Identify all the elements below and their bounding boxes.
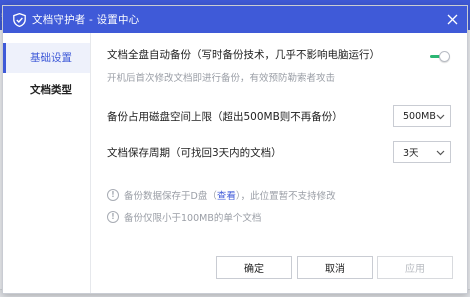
dialog-titlebar[interactable]: 文档守护者 - 设置中心 bbox=[3, 6, 467, 33]
disk-limit-select[interactable]: 500MB bbox=[393, 105, 451, 127]
view-location-link[interactable]: 查看 bbox=[217, 188, 236, 202]
auto-backup-description: 开机后首次修改文档即进行备份，有效预防勒索者攻击 bbox=[107, 73, 336, 84]
backup-location-suffix: ），此位置暂不支持修改 bbox=[235, 191, 336, 202]
ok-button[interactable]: 确定 bbox=[216, 256, 292, 279]
apply-button[interactable]: 应用 bbox=[377, 256, 453, 279]
cancel-button[interactable]: 取消 bbox=[297, 256, 373, 279]
chevron-down-icon bbox=[436, 114, 445, 120]
dialog-title: 文档守护者 - 设置中心 bbox=[32, 14, 140, 26]
size-limit-text: 备份仅限小于100MB的单个文档 bbox=[124, 213, 262, 224]
sidebar-item-label: 基础设置 bbox=[30, 52, 72, 64]
auto-backup-toggle[interactable] bbox=[430, 51, 450, 62]
backup-location-prefix: 备份数据保存于D盘（ bbox=[124, 191, 217, 202]
sidebar-item-basic-settings[interactable]: 基础设置 bbox=[3, 43, 90, 73]
size-limit-note: ! 备份仅限小于100MB的单个文档 bbox=[107, 210, 261, 224]
info-circle-icon: ! bbox=[107, 189, 119, 201]
settings-dialog: 文档守护者 - 设置中心 基础设置 文档类型 文档全盘自动备份（写时备份技术，几… bbox=[2, 5, 468, 294]
info-circle-icon: ! bbox=[107, 211, 119, 223]
chevron-down-icon bbox=[436, 150, 445, 156]
sidebar-item-document-types[interactable]: 文档类型 bbox=[3, 75, 90, 105]
backup-location-note: ! 备份数据保存于D盘（ 查看 ），此位置暂不支持修改 bbox=[107, 188, 336, 202]
close-button[interactable] bbox=[443, 10, 461, 28]
disk-limit-value: 500MB bbox=[403, 110, 436, 122]
close-icon bbox=[447, 14, 457, 24]
settings-panel: 文档全盘自动备份（写时备份技术，几乎不影响电脑运行） 开机后首次修改文档即进行备… bbox=[91, 33, 467, 293]
sidebar: 基础设置 文档类型 bbox=[3, 33, 91, 293]
toggle-knob bbox=[439, 51, 450, 62]
retention-select[interactable]: 3天 bbox=[393, 141, 451, 163]
sidebar-item-label: 文档类型 bbox=[30, 84, 72, 96]
disk-limit-label: 备份占用磁盘空间上限（超出500MB则不再备份） bbox=[107, 111, 343, 123]
retention-label: 文档保存周期（可找回3天内的文档） bbox=[107, 147, 282, 159]
auto-backup-label: 文档全盘自动备份（写时备份技术，几乎不影响电脑运行） bbox=[107, 49, 380, 61]
retention-value: 3天 bbox=[403, 148, 419, 159]
shield-check-icon bbox=[13, 12, 26, 27]
